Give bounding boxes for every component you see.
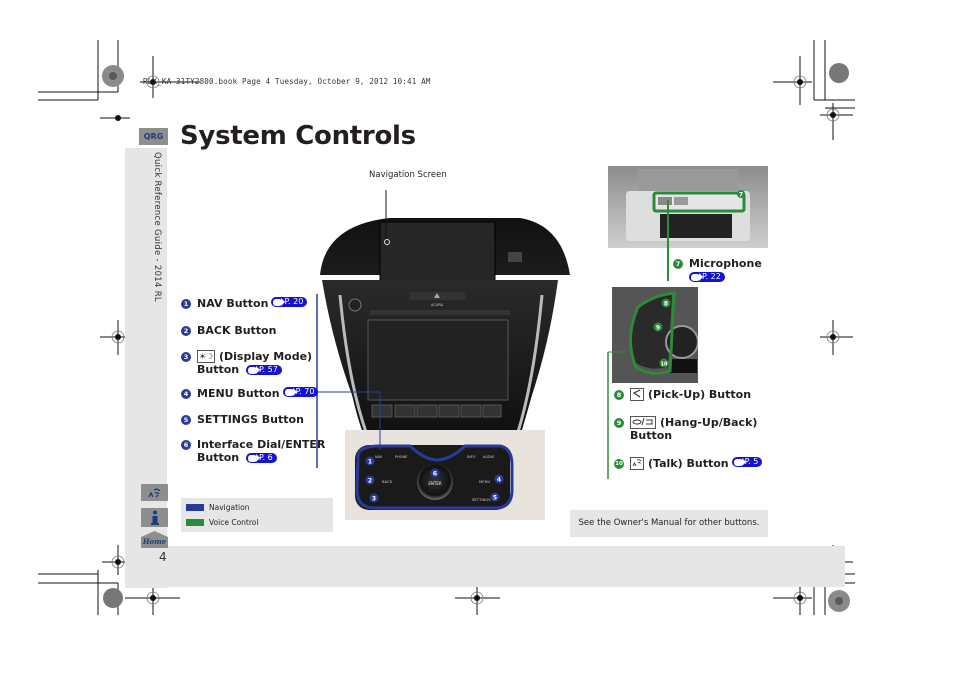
- print-header-info: RLX_KA-31TY2800.book Page 4 Tuesday, Oct…: [143, 77, 431, 86]
- arrow-icon: [284, 387, 297, 396]
- svg-text:BACK: BACK: [382, 479, 393, 484]
- navigation-screen-label: Navigation Screen: [369, 170, 447, 180]
- callout-number: 7: [673, 258, 683, 269]
- callout-label-line2: Button: [197, 451, 240, 464]
- callout-number: 2: [181, 325, 191, 336]
- display-mode-icon: ☀☽: [197, 350, 215, 363]
- callout-number: 8: [614, 389, 624, 400]
- callout-number: 10: [614, 458, 624, 469]
- page-ref-link[interactable]: P. 20: [271, 297, 308, 307]
- page-ref-link[interactable]: P. 70: [282, 387, 319, 397]
- guide-title-vertical: Quick Reference Guide - 2014 RL: [152, 152, 162, 302]
- hazard-side-button: [508, 252, 522, 262]
- page-number: 4: [159, 550, 167, 564]
- callout-settings-button: 5 SETTINGS Button: [181, 413, 304, 426]
- page-ref-link[interactable]: P. 6: [245, 453, 277, 463]
- svg-text:PHONE: PHONE: [395, 455, 407, 459]
- svg-text:INFO: INFO: [467, 455, 476, 459]
- callout-label: NAV Button: [197, 297, 269, 310]
- arrow-icon: [247, 453, 260, 462]
- callout-nav-button: 1 NAV Button P. 20: [181, 297, 308, 310]
- voice-talk-icon[interactable]: [141, 484, 168, 501]
- svg-text:4: 4: [497, 477, 501, 484]
- arrow-icon: [273, 297, 286, 306]
- svg-text:AUDIO: AUDIO: [483, 455, 495, 459]
- owners-manual-note: See the Owner's Manual for other buttons…: [570, 510, 768, 537]
- callout-number: 9: [614, 417, 624, 428]
- legend-label: Navigation: [209, 503, 250, 512]
- navigation-screen: [379, 221, 496, 285]
- callout-interface-dial: 6 Interface Dial/ENTER Button P. 6: [181, 438, 325, 464]
- callout-label: (Talk) Button: [648, 457, 729, 470]
- arrow-icon: [247, 365, 260, 374]
- legend-swatch-voice-control: [186, 519, 204, 526]
- callout-number: 4: [181, 388, 191, 399]
- callout-number: 5: [181, 414, 191, 425]
- callout-label: (Pick-Up) Button: [648, 388, 752, 401]
- info-icon[interactable]: [141, 508, 168, 527]
- legend-item-voice-control: Voice Control: [186, 518, 258, 527]
- home-label: Home: [142, 537, 167, 546]
- callout-label: Interface Dial/ENTER: [197, 438, 326, 451]
- svg-text:MENU: MENU: [479, 479, 491, 484]
- page-ref-link[interactable]: P. 57: [245, 365, 282, 375]
- talk-icon: [630, 457, 644, 470]
- hang-up-back-icon: [630, 416, 656, 429]
- svg-text:ENTER: ENTER: [428, 481, 441, 486]
- legend-item-navigation: Navigation: [186, 503, 249, 512]
- callout-label-line2: Button: [630, 429, 673, 442]
- callout-hang-up-back-button: 9 (Hang-Up/Back) Button: [614, 416, 757, 442]
- callout-menu-button: 4 MENU Button P. 70: [181, 387, 319, 400]
- page-ref-link[interactable]: P. 22: [689, 272, 725, 282]
- legend-swatch-navigation: [186, 504, 204, 511]
- callout-label: (Hang-Up/Back): [660, 416, 758, 429]
- callout-back-button: 2 BACK Button: [181, 324, 276, 337]
- arrow-icon: [691, 272, 703, 281]
- svg-text:2: 2: [368, 478, 372, 485]
- callout-number: 6: [181, 439, 191, 450]
- page-ref-link[interactable]: P. 5: [731, 457, 763, 467]
- arrow-icon: [733, 457, 746, 466]
- footer-bar: [125, 546, 845, 587]
- callout-pick-up-button: 8 (Pick-Up) Button: [614, 388, 751, 401]
- callout-label: MENU Button: [197, 387, 280, 400]
- qrg-tab[interactable]: QRG: [139, 128, 168, 145]
- svg-text:3: 3: [372, 496, 376, 503]
- callout-number: 3: [181, 351, 191, 362]
- home-icon[interactable]: Home: [140, 531, 169, 548]
- pick-up-icon: [630, 388, 644, 401]
- svg-text:5: 5: [493, 495, 497, 502]
- legend-label: Voice Control: [209, 518, 259, 527]
- callout-microphone: 7 Microphone P. 22: [673, 257, 762, 283]
- callout-label: (Display Mode): [219, 350, 313, 363]
- brand-label: ACURA: [431, 303, 444, 307]
- callout-talk-button: 10 (Talk) Button P. 5: [614, 457, 763, 470]
- callout-label-line2: Button: [197, 363, 240, 376]
- color-legend: Navigation Voice Control: [181, 498, 333, 532]
- svg-text:6: 6: [433, 471, 437, 478]
- callout-label: Microphone: [689, 257, 762, 270]
- callout-number: 1: [181, 298, 191, 309]
- callout-display-mode-button: 3 ☀☽ (Display Mode) Button P. 57: [181, 350, 312, 376]
- callout-label: SETTINGS Button: [197, 413, 304, 426]
- page-title: System Controls: [180, 121, 416, 151]
- svg-text:SETTINGS: SETTINGS: [472, 497, 491, 502]
- callout-label: BACK Button: [197, 324, 277, 337]
